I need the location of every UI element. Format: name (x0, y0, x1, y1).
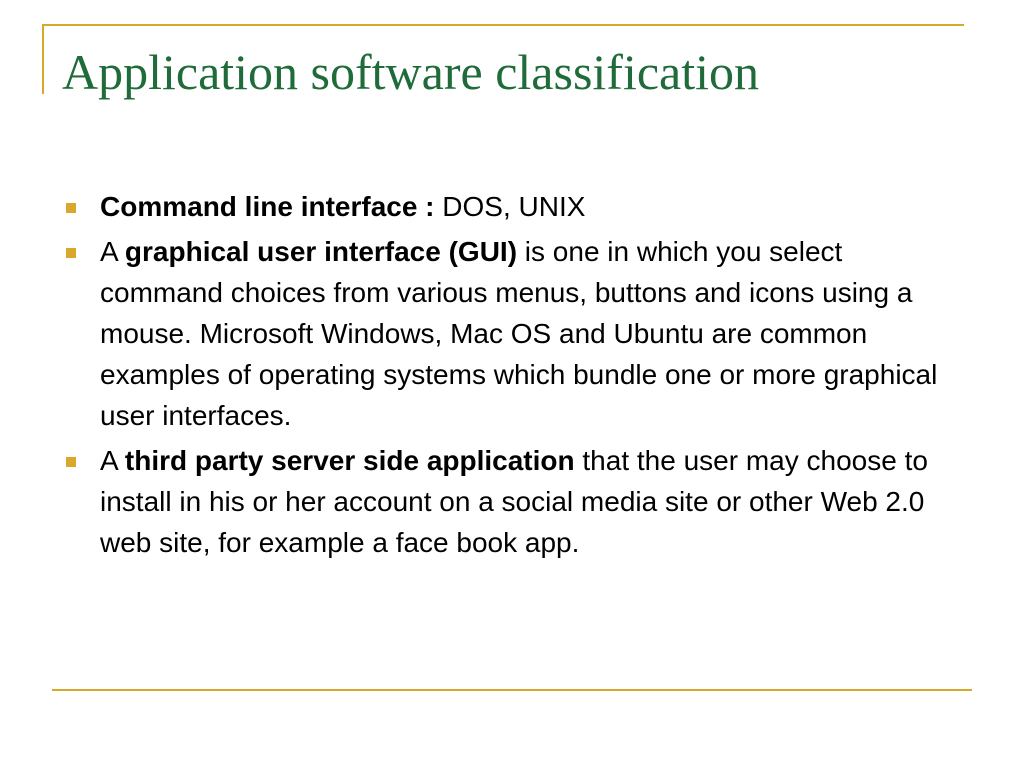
bullet-term: graphical user interface (GUI) (124, 236, 518, 267)
bullet-description: DOS, UNIX (434, 191, 586, 222)
bullet-prefix: A (100, 445, 125, 476)
bullet-item-third-party: A third party server side application th… (60, 440, 970, 563)
bullet-text: A third party server side application th… (100, 445, 928, 558)
square-bullet-icon (66, 203, 76, 213)
frame-line-bottom (52, 689, 972, 691)
bullet-item-gui: A graphical user interface (GUI) is one … (60, 231, 970, 436)
bullet-list: Command line interface : DOS, UNIX A gra… (60, 186, 970, 567)
bullet-prefix: A (100, 236, 125, 267)
bullet-item-command-line: Command line interface : DOS, UNIX (60, 186, 970, 227)
slide-title: Application software classification (62, 44, 759, 100)
bullet-text: Command line interface : DOS, UNIX (100, 191, 585, 222)
frame-line-top (42, 24, 964, 26)
square-bullet-icon (66, 457, 76, 467)
bullet-text: A graphical user interface (GUI) is one … (100, 236, 937, 431)
bullet-term: Command line interface : (100, 191, 435, 222)
frame-line-left (42, 24, 44, 94)
bullet-term: third party server side application (124, 445, 575, 476)
square-bullet-icon (66, 248, 76, 258)
